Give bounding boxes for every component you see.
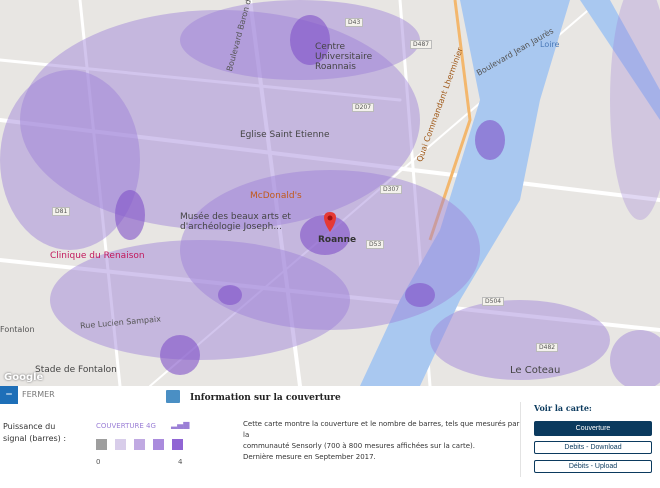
road-badge: D504: [482, 297, 505, 306]
voir-label: Voir la carte:: [534, 403, 592, 413]
signal-label-line: Puissance du: [3, 422, 56, 431]
google-logo: Google: [4, 372, 44, 383]
road-badge: D482: [536, 343, 559, 352]
map-label: Clinique du Renaison: [50, 251, 145, 261]
legend-min: 0: [96, 458, 101, 466]
map-label: Musée des beaux arts et d'archéologie Jo…: [180, 212, 291, 232]
map-label: McDonald's: [250, 191, 302, 201]
legend-swatch-4: [172, 439, 183, 450]
description-line: Cette carte montre la couverture et le n…: [243, 420, 520, 439]
description-line: Dernière mesure en September 2017.: [243, 453, 376, 461]
info-title: Information sur la couverture: [190, 393, 341, 403]
couverture-button[interactable]: Couverture: [534, 421, 652, 436]
legend-swatch-0: [96, 439, 107, 450]
legend-max: 4: [178, 458, 183, 466]
info-panel: – FERMER Information sur la couverture P…: [0, 386, 660, 488]
divider: [520, 402, 521, 477]
legend-swatch-1: [115, 439, 126, 450]
legend-title: COUVERTURE 4G: [96, 422, 156, 430]
road-badge: D307: [380, 185, 403, 194]
legend-swatch-2: [134, 439, 145, 450]
debits-download-button[interactable]: Debits - Download: [534, 441, 652, 454]
road-badge: D43: [345, 18, 364, 27]
map-label: Roanne: [318, 235, 357, 245]
map-label: Fontalon: [0, 325, 35, 334]
road-badge: D207: [352, 103, 375, 112]
description-line: communauté Sensorly (700 à 800 mesures a…: [243, 442, 475, 450]
close-label[interactable]: FERMER: [22, 390, 55, 399]
signal-label: Puissance du signal (barres) :: [3, 421, 66, 445]
map-label: Eglise Saint Etienne: [240, 130, 330, 140]
map-label: Loire: [540, 40, 560, 49]
map-label: Le Coteau: [510, 365, 561, 376]
close-button[interactable]: –: [0, 386, 18, 404]
debits-upload-button[interactable]: Débits - Upload: [534, 460, 652, 473]
coverage-map[interactable]: Centre Universitaire Roannais Eglise Sai…: [0, 0, 660, 386]
legend-swatch-3: [153, 439, 164, 450]
road-badge: D53: [366, 240, 385, 249]
road-badge: D487: [410, 40, 433, 49]
signal-label-line: signal (barres) :: [3, 434, 67, 443]
map-label: Centre Universitaire Roannais: [315, 42, 373, 72]
road-badge: D81: [52, 207, 71, 216]
map-label: Stade de Fontalon: [35, 365, 117, 375]
description: Cette carte montre la couverture et le n…: [243, 419, 523, 463]
map-icon: [166, 390, 180, 403]
signal-bars-icon: ▂▄▆: [171, 420, 190, 429]
